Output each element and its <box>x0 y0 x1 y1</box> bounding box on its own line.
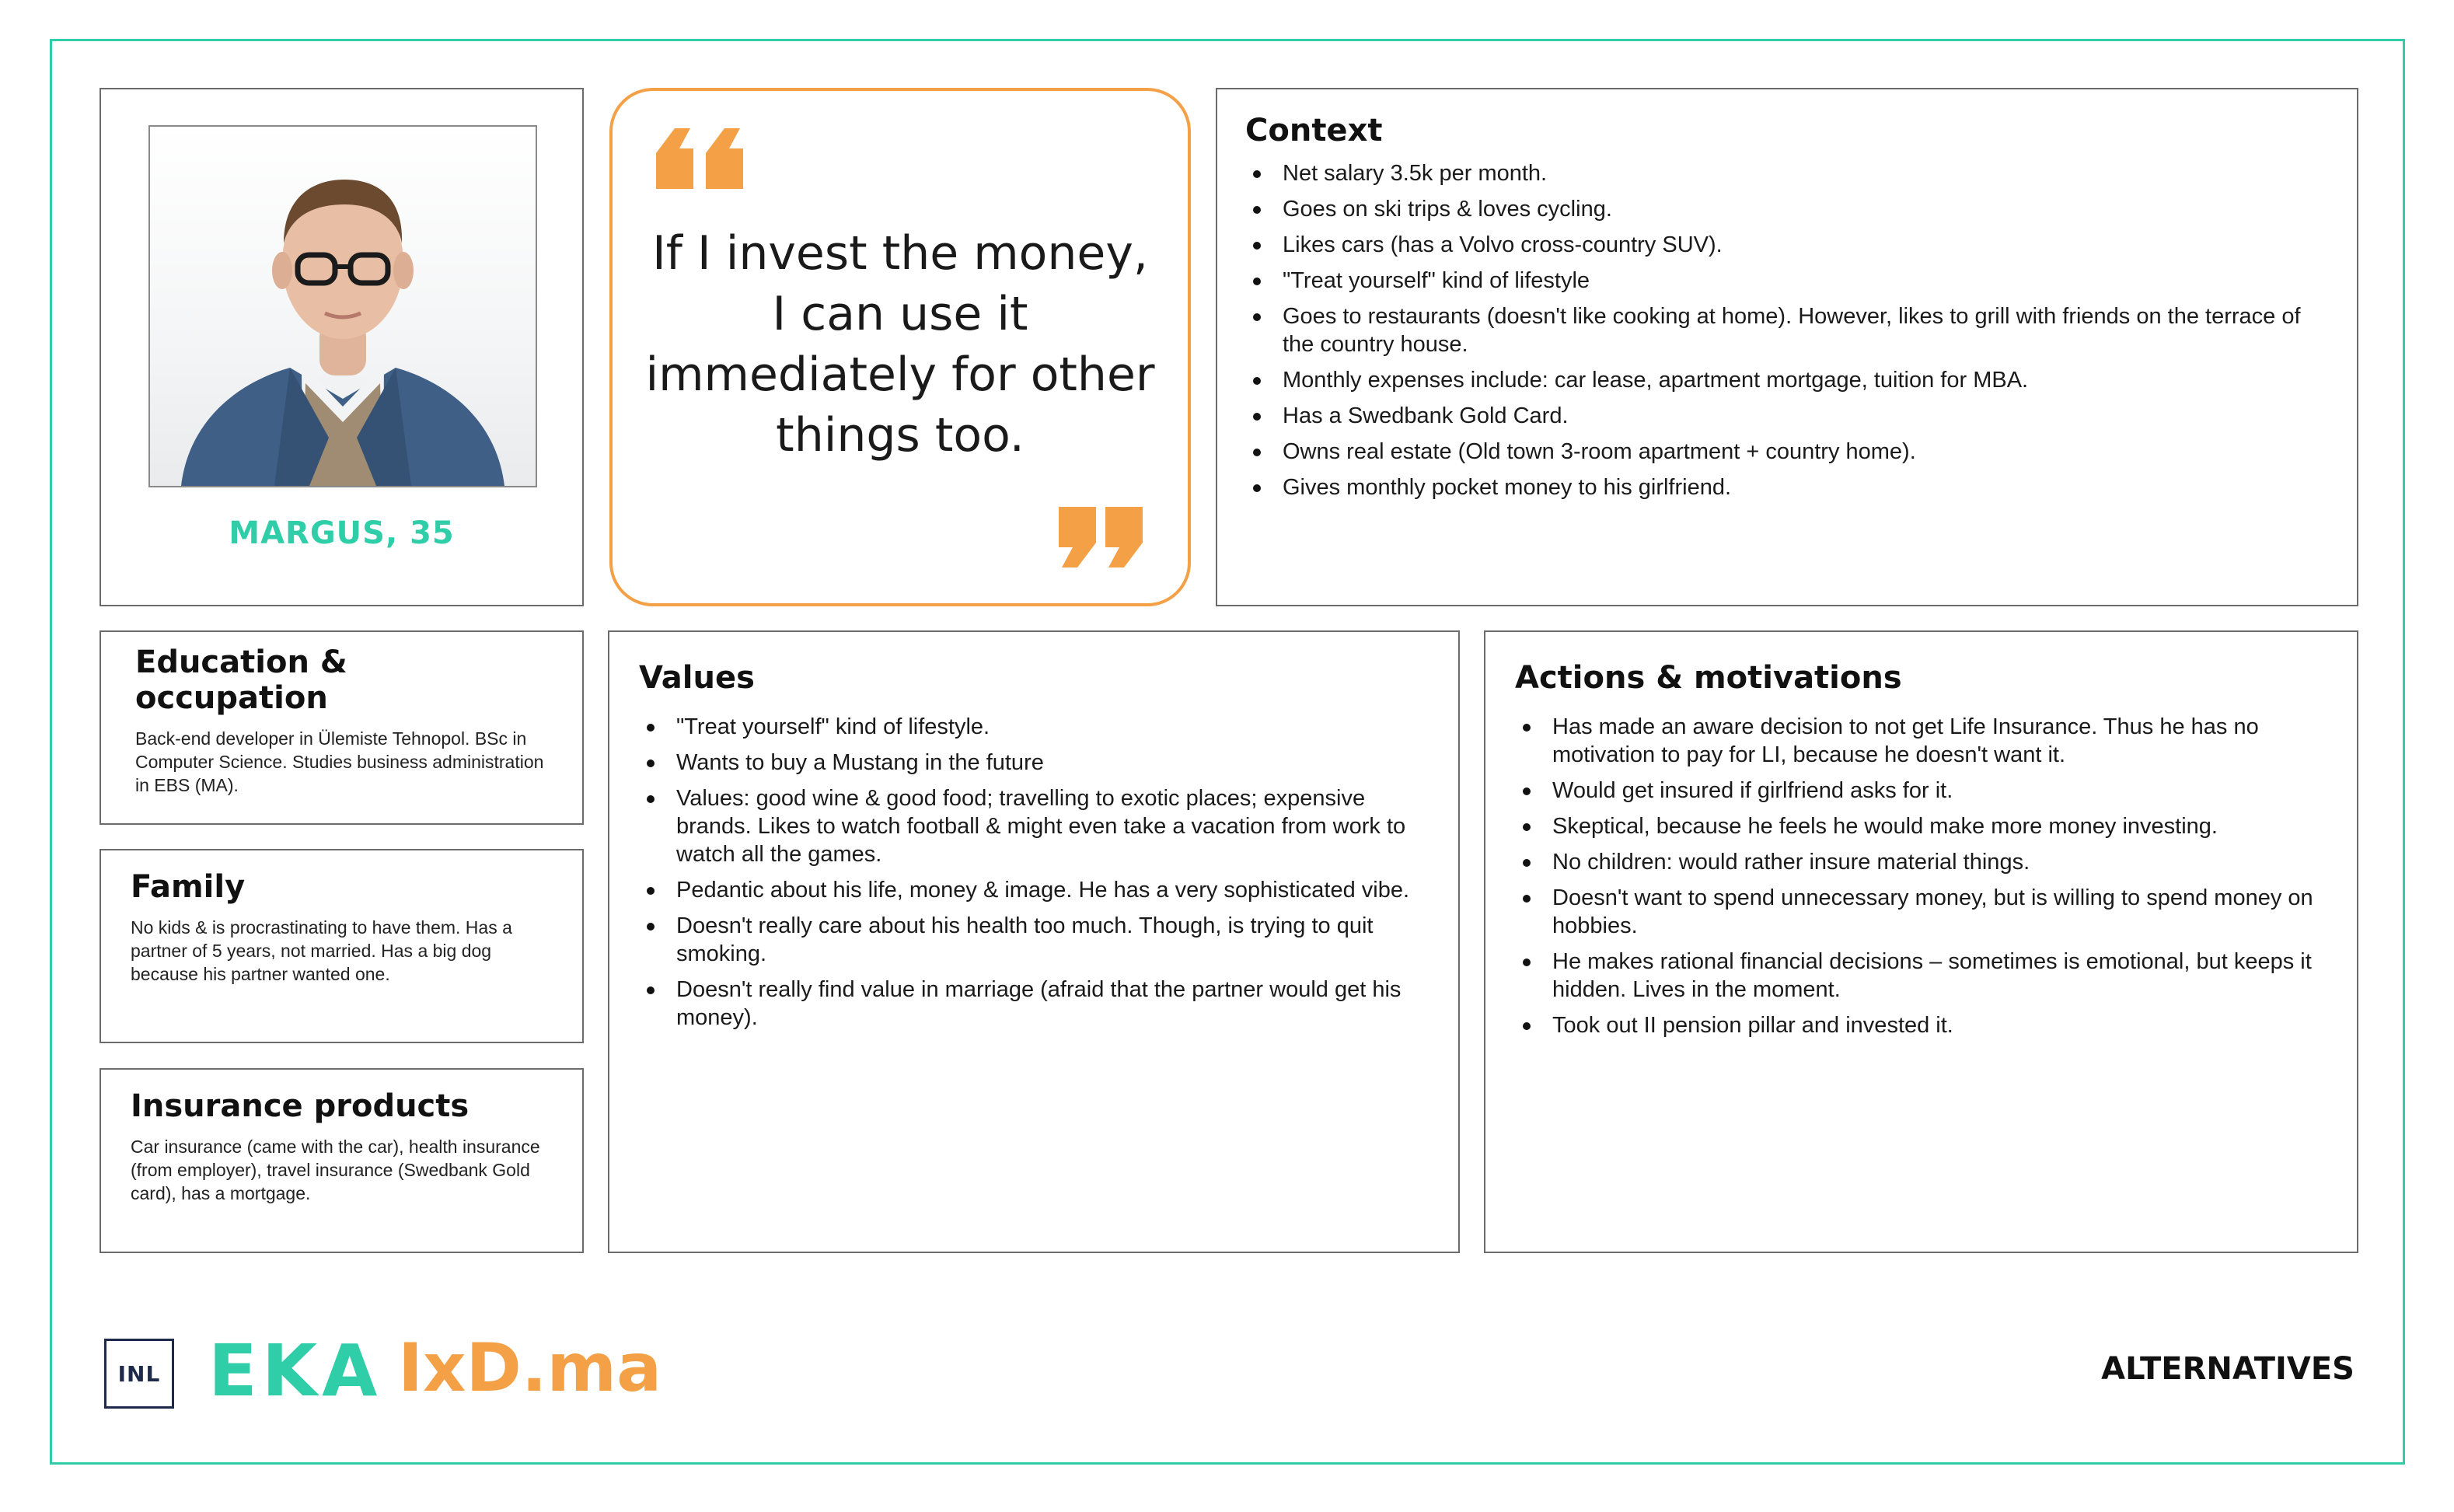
list-item: Values: good wine & good food; travellin… <box>639 784 1429 868</box>
ixd-ma-logo: IxD.ma <box>398 1329 662 1407</box>
list-item: Would get insured if girlfriend asks for… <box>1515 777 2327 805</box>
values-card: Values "Treat yourself" kind of lifestyl… <box>608 630 1460 1253</box>
values-list: "Treat yourself" kind of lifestyle. Want… <box>639 713 1429 1032</box>
persona-photo <box>148 125 537 487</box>
inl-logo: INL <box>104 1339 174 1409</box>
list-item: Monthly expenses include: car lease, apa… <box>1245 366 2329 394</box>
context-list: Net salary 3.5k per month. Goes on ski t… <box>1245 159 2329 501</box>
alternatives-label: ALTERNATIVES <box>2101 1351 2355 1387</box>
actions-list: Has made an aware decision to not get Li… <box>1515 713 2327 1039</box>
list-item: No children: would rather insure materia… <box>1515 848 2327 876</box>
context-card: Context Net salary 3.5k per month. Goes … <box>1216 88 2358 606</box>
list-item: Likes cars (has a Volvo cross-country SU… <box>1245 231 2329 259</box>
actions-title: Actions & motivations <box>1515 660 1902 696</box>
list-item: Has made an aware decision to not get Li… <box>1515 713 2327 769</box>
list-item: Doesn't really care about his health too… <box>639 912 1429 968</box>
family-title: Family <box>131 869 246 905</box>
list-item: Gives monthly pocket money to his girlfr… <box>1245 473 2329 501</box>
list-item: Pedantic about his life, money & image. … <box>639 876 1429 904</box>
list-item: Skeptical, because he feels he would mak… <box>1515 812 2327 840</box>
education-card: Education & occupation Back-end develope… <box>99 630 584 825</box>
family-card: Family No kids & is procrastinating to h… <box>99 849 584 1043</box>
insurance-card: Insurance products Car insurance (came w… <box>99 1068 584 1253</box>
quote-card: If I invest the money, I can use it imme… <box>609 88 1191 606</box>
quote-text: If I invest the money, I can use it imme… <box>645 226 1155 463</box>
list-item: Took out II pension pillar and invested … <box>1515 1011 2327 1039</box>
list-item: Doesn't want to spend unnecessary money,… <box>1515 884 2327 940</box>
list-item: Net salary 3.5k per month. <box>1245 159 2329 187</box>
education-text: Back-end developer in Ülemiste Tehnopol.… <box>135 728 544 795</box>
context-title: Context <box>1245 113 1383 148</box>
actions-card: Actions & motivations Has made an aware … <box>1484 630 2358 1253</box>
insurance-title: Insurance products <box>131 1088 470 1124</box>
list-item: Goes on ski trips & loves cycling. <box>1245 195 2329 223</box>
profile-card: MARGUS, 35 <box>99 88 584 606</box>
list-item: Has a Swedbank Gold Card. <box>1245 402 2329 430</box>
open-quote-icon <box>656 128 743 189</box>
education-title: Education & occupation <box>135 644 347 716</box>
insurance-text: Car insurance (came with the car), healt… <box>131 1137 540 1203</box>
values-title: Values <box>639 660 755 696</box>
list-item: "Treat yourself" kind of lifestyle <box>1245 267 2329 295</box>
list-item: He makes rational financial decisions – … <box>1515 948 2327 1004</box>
list-item: Wants to buy a Mustang in the future <box>639 749 1429 777</box>
close-quote-icon <box>1059 507 1143 567</box>
list-item: Goes to restaurants (doesn't like cookin… <box>1245 302 2329 358</box>
family-text: No kids & is procrastinating to have the… <box>131 917 512 984</box>
persona-photo-illustration <box>181 180 504 486</box>
list-item: Doesn't really find value in marriage (a… <box>639 976 1429 1032</box>
list-item: "Treat yourself" kind of lifestyle. <box>639 713 1429 741</box>
list-item: Owns real estate (Old town 3-room apartm… <box>1245 438 2329 466</box>
persona-name: MARGUS, 35 <box>229 515 455 551</box>
eka-logo: EKA <box>208 1329 382 1412</box>
